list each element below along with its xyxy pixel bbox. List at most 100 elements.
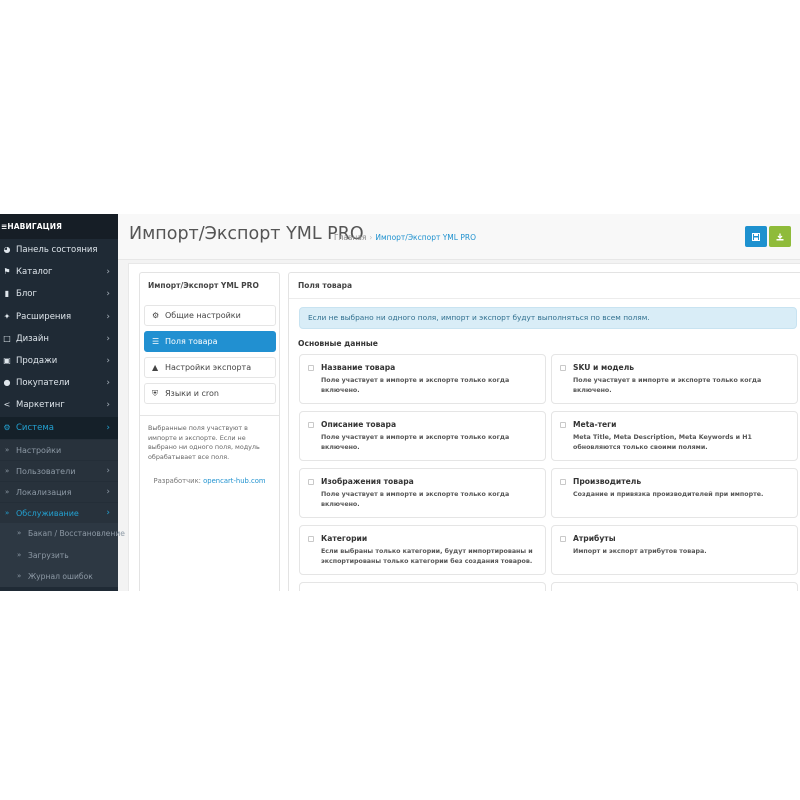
field-description: Поле участвует в импорте и экспорте толь… bbox=[321, 434, 510, 451]
settings-nav-title: Импорт/Экспорт YML PRO bbox=[148, 281, 259, 290]
sidebar-item-label: Система bbox=[16, 422, 54, 433]
sidebar-subsubitem-upload[interactable]: » Загрузить bbox=[0, 544, 118, 566]
field-checkbox[interactable] bbox=[560, 365, 566, 371]
admin-screenshot: ≡НАВИГАЦИЯ ◕ Панель состояния ⚑ Каталог … bbox=[0, 214, 800, 591]
field-description: Импорт и экспорт атрибутов товара. bbox=[573, 548, 707, 555]
field-card-partial[interactable] bbox=[299, 582, 546, 591]
sidebar-item-blog[interactable]: ▮ Блог › bbox=[0, 283, 118, 305]
field-title: SKU и модель bbox=[573, 363, 635, 372]
help-note: Выбранные поля участвуют в импорте и экс… bbox=[140, 415, 279, 462]
double-chevron-icon: » bbox=[5, 466, 10, 475]
download-button[interactable] bbox=[769, 226, 791, 247]
double-chevron-icon: » bbox=[5, 509, 10, 518]
sidebar-subitem-maintenance[interactable]: » Обслуживание › bbox=[0, 502, 118, 524]
gear-icon: ⚙ bbox=[3, 422, 11, 432]
chevron-right-icon: › bbox=[106, 333, 110, 344]
tab-label: Языки и cron bbox=[165, 389, 219, 398]
tab-general-settings[interactable]: ⚙ Общие настройки bbox=[144, 305, 276, 326]
card-title: Поля товара bbox=[289, 273, 800, 299]
tab-product-fields[interactable]: ☰ Поля товара bbox=[144, 331, 276, 352]
field-card-attributes[interactable]: Атрибуты Импорт и экспорт атрибутов това… bbox=[551, 525, 798, 575]
field-card-manufacturer[interactable]: Производитель Создание и привязка произв… bbox=[551, 468, 798, 518]
field-card-sku-model[interactable]: SKU и модель Поле участвует в импорте и … bbox=[551, 354, 798, 404]
chevron-right-icon: › bbox=[106, 378, 110, 389]
field-checkbox[interactable] bbox=[560, 536, 566, 542]
sidebar-item-catalog[interactable]: ⚑ Каталог › bbox=[0, 261, 118, 283]
product-fields-card: Поля товара Если не выбрано ни одного по… bbox=[288, 272, 800, 591]
sidebar-item-label: Покупатели bbox=[16, 378, 70, 389]
sidebar-subsubitem-error-log[interactable]: » Журнал ошибок bbox=[0, 565, 118, 587]
user-icon: ● bbox=[3, 378, 11, 388]
page-header: Импорт/Экспорт YML PRO Главная › Импорт/Эк… bbox=[118, 214, 800, 260]
field-card-description[interactable]: Описание товара Поле участвует в импорте… bbox=[299, 411, 546, 461]
tab-label: Поля товара bbox=[165, 337, 218, 346]
field-checkbox[interactable] bbox=[560, 422, 566, 428]
field-checkbox[interactable] bbox=[308, 365, 314, 371]
field-card-product-name[interactable]: Название товара Поле участвует в импорте… bbox=[299, 354, 546, 404]
field-card-meta-tags[interactable]: Meta-теги Meta Title, Meta Description, … bbox=[551, 411, 798, 461]
tab-languages-cron[interactable]: ⛨ Языки и cron bbox=[144, 383, 276, 404]
tab-label: Общие настройки bbox=[165, 311, 241, 320]
sidebar-subsubitem-label: Журнал ошибок bbox=[28, 571, 93, 581]
sidebar-item-label: Дизайн bbox=[16, 333, 49, 344]
field-description: Поле участвует в импорте и экспорте толь… bbox=[321, 377, 510, 394]
breadcrumb-current[interactable]: Импорт/Экспорт YML PRO bbox=[375, 233, 476, 242]
sidebar-subitem-label: Локализация bbox=[16, 488, 72, 498]
field-card-categories[interactable]: Категории Если выбраны только категории,… bbox=[299, 525, 546, 575]
monitor-icon: □ bbox=[3, 333, 11, 343]
field-checkbox[interactable] bbox=[308, 479, 314, 485]
sidebar-subitem-settings[interactable]: » Настройки bbox=[0, 438, 118, 460]
field-card-images[interactable]: Изображения товара Поле участвует в импо… bbox=[299, 468, 546, 518]
double-chevron-icon: » bbox=[5, 488, 10, 497]
field-description: Если выбраны только категории, будут имп… bbox=[321, 548, 533, 565]
sidebar-subitem-label: Настройки bbox=[16, 445, 62, 455]
sidebar-item-extensions[interactable]: ✦ Расширения › bbox=[0, 306, 118, 328]
sidebar-item-marketing[interactable]: < Маркетинг › bbox=[0, 394, 118, 416]
sidebar-item-label: Продажи bbox=[16, 355, 58, 366]
developer-credit: Разработчик: opencart-hub.com bbox=[140, 477, 279, 485]
sidebar-item-customers[interactable]: ● Покупатели › bbox=[0, 372, 118, 394]
upload-icon: ▲ bbox=[152, 363, 159, 372]
field-description: Поле участвует в импорте и экспорте толь… bbox=[573, 377, 762, 394]
chevron-right-icon: › bbox=[106, 311, 110, 322]
sidebar-subitem-users[interactable]: » Пользователи › bbox=[0, 459, 118, 482]
sidebar-item-dashboard[interactable]: ◕ Панель состояния bbox=[0, 239, 118, 261]
field-description: Создание и привязка производителей при и… bbox=[573, 491, 764, 498]
tab-export-settings[interactable]: ▲ Настройки экспорта bbox=[144, 357, 276, 378]
sidebar-item-system[interactable]: ⚙ Система › bbox=[0, 416, 118, 439]
nav-header: ≡НАВИГАЦИЯ bbox=[0, 214, 118, 239]
double-chevron-icon: » bbox=[17, 529, 22, 538]
info-alert: Если не выбрано ни одного поля, импорт и… bbox=[299, 307, 797, 329]
chevron-right-icon: › bbox=[106, 422, 110, 433]
developer-link[interactable]: opencart-hub.com bbox=[203, 477, 265, 485]
content-panel: Импорт/Экспорт YML PRO ⚙ Общие настройки… bbox=[128, 263, 800, 591]
chevron-right-icon: › bbox=[106, 400, 110, 411]
field-checkbox[interactable] bbox=[560, 479, 566, 485]
field-title: Категории bbox=[321, 534, 368, 543]
tab-label: Настройки экспорта bbox=[165, 363, 252, 372]
page-title: Импорт/Экспорт YML PRO bbox=[129, 224, 364, 244]
double-chevron-icon: » bbox=[17, 571, 22, 580]
sidebar-item-sales[interactable]: ▣ Продажи › bbox=[0, 350, 118, 372]
field-checkbox[interactable] bbox=[308, 536, 314, 542]
list-icon: ☰ bbox=[152, 337, 160, 346]
save-button[interactable] bbox=[745, 226, 767, 247]
field-description: Поле участвует в импорте и экспорте толь… bbox=[321, 491, 510, 508]
breadcrumb-home[interactable]: Главная bbox=[334, 233, 366, 242]
field-title: Атрибуты bbox=[573, 534, 616, 543]
developer-label: Разработчик: bbox=[153, 477, 201, 485]
field-title: Производитель bbox=[573, 477, 642, 486]
sidebar-item-design[interactable]: □ Дизайн › bbox=[0, 328, 118, 350]
field-card-partial[interactable] bbox=[551, 582, 798, 591]
chevron-right-icon: › bbox=[106, 487, 110, 498]
field-checkbox[interactable] bbox=[308, 422, 314, 428]
sidebar-subitem-label: Пользователи bbox=[16, 466, 76, 476]
field-title: Meta-теги bbox=[573, 420, 617, 429]
sidebar-subitem-localisation[interactable]: » Локализация › bbox=[0, 481, 118, 503]
double-chevron-icon: » bbox=[17, 550, 22, 559]
chevron-right-icon: › bbox=[106, 355, 110, 366]
sidebar: ≡НАВИГАЦИЯ ◕ Панель состояния ⚑ Каталог … bbox=[0, 214, 125, 591]
sidebar-item-label: Расширения bbox=[16, 311, 72, 322]
download-icon bbox=[776, 233, 784, 240]
sidebar-subsubitem-backup[interactable]: » Бакап / Восстановление bbox=[0, 523, 125, 545]
